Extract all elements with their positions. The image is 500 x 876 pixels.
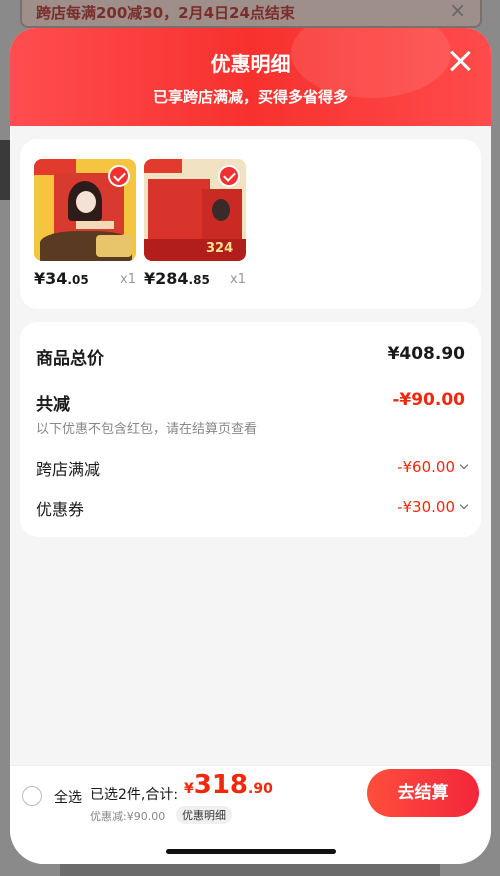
- promo-banner-text: 跨店每满200减30，2月4日24点结束: [36, 4, 295, 22]
- checkout-button[interactable]: 去结算: [367, 769, 479, 817]
- product-price-decimal: .85: [188, 273, 210, 287]
- discount-item-value: -¥30.00: [397, 498, 455, 516]
- product-item[interactable]: ¥34.05 x1: [34, 159, 136, 291]
- discount-note: 以下优惠不包含红包，请在结算页查看: [36, 422, 258, 437]
- select-all-label[interactable]: 全选: [54, 787, 82, 807]
- discount-item-label: 跨店满减: [36, 460, 101, 479]
- reduced-value: -¥90.00: [392, 390, 465, 410]
- reduced-row: 共减 -¥90.00: [36, 390, 465, 415]
- screen: 跨店每满200减30，2月4日24点结束 × 优惠明细 已享跨店满减，买得多省得…: [0, 0, 500, 876]
- product-quantity: x1: [230, 272, 246, 287]
- promo-banner-close-icon[interactable]: ×: [449, 0, 466, 22]
- sheet-header: 优惠明细 已享跨店满减，买得多省得多: [10, 28, 491, 126]
- discount-item-cross-store[interactable]: 跨店满减 -¥60.00: [36, 456, 469, 480]
- selected-count: 已选2件,合计:: [90, 787, 179, 803]
- product-price: ¥34: [34, 269, 68, 288]
- discount-detail-button[interactable]: 优惠明细: [176, 806, 232, 824]
- brand-tag: [144, 159, 182, 173]
- product-quantity: x1: [120, 272, 136, 287]
- discount-item-coupon[interactable]: 优惠券 -¥30.00: [36, 496, 469, 520]
- product-price-row: ¥34.05 x1: [34, 269, 136, 291]
- chevron-down-icon[interactable]: [459, 500, 469, 510]
- gift-bag: [148, 179, 210, 241]
- sheet-subtitle: 已享跨店满减，买得多省得多: [152, 88, 348, 106]
- product-price: ¥284: [144, 269, 189, 288]
- discount-amount: 优惠减:¥90.00: [90, 810, 166, 823]
- sheet-title: 优惠明细: [210, 52, 291, 76]
- currency-symbol: ¥: [184, 781, 194, 797]
- selected-check-icon[interactable]: [218, 165, 240, 187]
- total-amount-integer: 318: [193, 770, 249, 800]
- products-card: ¥34.05 x1 324 ¥284.85 x1: [20, 139, 481, 309]
- price-summary-card: 商品总价 ¥408.90 共减 -¥90.00 以下优惠不包含红包，请在结算页查…: [20, 322, 481, 537]
- chevron-down-icon[interactable]: [459, 460, 469, 470]
- product-label: [76, 221, 114, 229]
- figure-face: [76, 191, 96, 213]
- background-thumbnail: [0, 140, 10, 200]
- promo-number: 324: [206, 241, 234, 256]
- cake-piece: [96, 235, 132, 257]
- product-price-row: ¥284.85 x1: [144, 269, 246, 291]
- total-price-row: 商品总价 ¥408.90: [36, 344, 465, 369]
- select-all-radio[interactable]: [22, 786, 42, 806]
- home-indicator: [166, 849, 336, 854]
- close-icon[interactable]: [447, 48, 473, 74]
- discount-item-label: 优惠券: [36, 500, 85, 519]
- product-image[interactable]: [34, 159, 136, 261]
- total-price-value: ¥408.90: [387, 344, 465, 364]
- reduced-label: 共减: [36, 395, 70, 415]
- promo-banner: 跨店每满200减30，2月4日24点结束 ×: [20, 0, 482, 28]
- product-image[interactable]: 324: [144, 159, 246, 261]
- selected-check-icon[interactable]: [108, 165, 130, 187]
- total-amount-decimal: .90: [248, 781, 273, 797]
- product-price-decimal: .05: [67, 273, 89, 287]
- total-amount: ¥318.90: [184, 770, 273, 800]
- discount-item-value: -¥60.00: [397, 458, 455, 476]
- figure-photo: [212, 199, 230, 221]
- total-price-label: 商品总价: [36, 349, 104, 369]
- checkout-bar: 全选 已选2件,合计: ¥318.90 优惠减:¥90.00 优惠明细 去结算: [10, 765, 491, 864]
- product-item[interactable]: 324 ¥284.85 x1: [144, 159, 246, 291]
- discount-detail-sheet: 优惠明细 已享跨店满减，买得多省得多 ¥34.05 x1 324 ¥284.85…: [10, 28, 491, 864]
